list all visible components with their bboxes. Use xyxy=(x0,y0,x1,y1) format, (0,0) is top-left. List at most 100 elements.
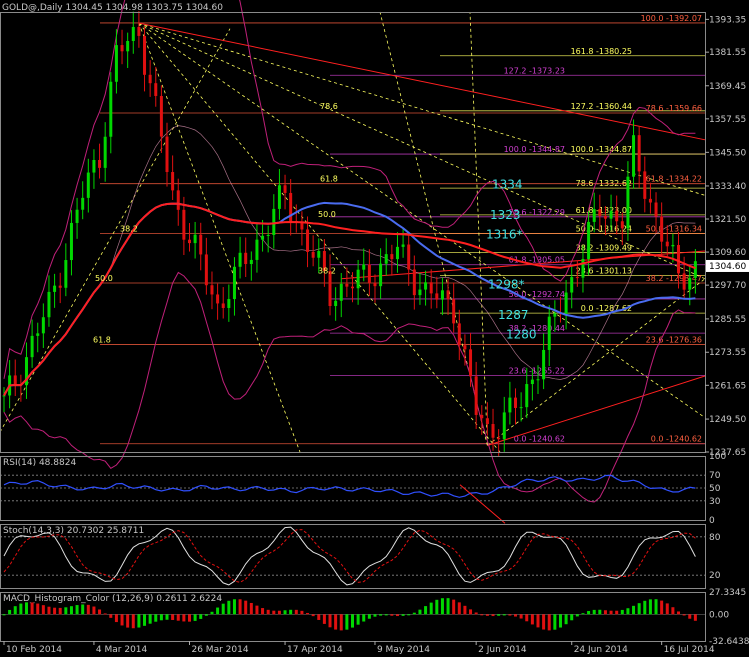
macd-title: MACD_Histogram_Color (12,26,9) 0.2611 2.… xyxy=(3,594,222,604)
candle-body xyxy=(339,283,343,301)
candle-body xyxy=(525,384,529,408)
macd-bar xyxy=(469,609,473,615)
rsi-tick-label: 100 xyxy=(709,452,726,462)
macd-bar xyxy=(272,610,276,615)
macd-bar xyxy=(24,602,28,615)
macd-bar xyxy=(81,604,85,615)
candle-body xyxy=(277,185,281,209)
candle-body xyxy=(581,258,585,278)
candle-body xyxy=(311,251,315,258)
candle-body xyxy=(41,317,45,334)
candle-body xyxy=(120,45,124,52)
candle-body xyxy=(356,269,360,289)
candle-body xyxy=(480,414,484,419)
macd-tick-label: 27.3345 xyxy=(709,588,746,598)
macd-bar xyxy=(587,610,591,615)
macd-bar xyxy=(69,606,73,615)
macd-bar xyxy=(463,605,467,615)
macd-bar xyxy=(244,600,248,615)
macd-bar xyxy=(519,614,523,619)
candle-body xyxy=(677,244,681,274)
fib-label: 38.2 -1309.49 xyxy=(576,243,632,252)
macd-bar xyxy=(373,614,377,617)
macd-bar xyxy=(620,609,624,615)
candle-body xyxy=(261,235,265,240)
macd-bar xyxy=(356,614,360,625)
macd-bar xyxy=(671,607,675,615)
macd-panel[interactable]: MACD_Histogram_Color (12,26,9) 0.2611 2.… xyxy=(0,594,705,631)
candle-body xyxy=(255,239,259,260)
macd-bar xyxy=(199,614,203,619)
current-price-label: 1304.60 xyxy=(709,262,746,272)
candle-body xyxy=(126,40,130,52)
stoch-tick-label: 80 xyxy=(709,533,721,543)
candle-body xyxy=(536,379,540,381)
candle-body xyxy=(452,299,456,324)
macd-bar xyxy=(210,611,214,615)
fib-label: 23.6 -1276.36 xyxy=(646,335,702,344)
macd-bar xyxy=(227,600,231,615)
axes: 1393.35 1381.55 1369.45 1357.55 1345.50 1333.… xyxy=(0,12,749,655)
macd-bar xyxy=(328,614,332,628)
macd-bar xyxy=(311,614,315,617)
date-tick-label: 26 Mar 2014 xyxy=(191,645,248,655)
macd-bar xyxy=(176,614,180,621)
rsi-line xyxy=(3,474,696,498)
macd-bar xyxy=(615,610,619,615)
price-panel[interactable]: 100.0 -1392.07 161.8 -1380.25 127.2 -1373.… xyxy=(0,0,706,503)
fan-level-label: 38.2 xyxy=(120,224,138,233)
macd-bar xyxy=(109,614,113,618)
candle-body xyxy=(401,244,405,247)
macd-bar xyxy=(643,600,647,615)
macd-bar xyxy=(277,610,281,615)
candle-body xyxy=(648,198,652,203)
macd-bar xyxy=(171,614,175,620)
candle-body xyxy=(457,323,461,346)
candle-body xyxy=(159,95,163,137)
stoch-panel[interactable]: Stoch(14,3,3) 20.7302 25.8711 xyxy=(0,526,705,586)
macd-bar xyxy=(86,604,90,615)
price-tick-label: 1261.65 xyxy=(709,381,746,391)
candle-body xyxy=(615,210,619,222)
rsi-tick-label: 0 xyxy=(709,516,715,526)
macd-bar xyxy=(497,614,501,616)
price-tick-label: 1273.55 xyxy=(709,348,746,358)
macd-bar xyxy=(300,610,304,615)
candle-body xyxy=(64,260,68,288)
candle-body xyxy=(351,286,354,289)
date-tick-label: 9 May 2014 xyxy=(377,645,430,655)
candle-body xyxy=(199,234,203,255)
macd-bar xyxy=(648,599,652,615)
macd-bar xyxy=(58,607,62,615)
candle-body xyxy=(216,294,220,304)
macd-bar xyxy=(232,599,236,615)
macd-bar xyxy=(677,611,681,615)
macd-bar xyxy=(41,605,45,615)
macd-bar xyxy=(440,598,444,615)
macd-bar xyxy=(289,609,293,615)
macd-bar xyxy=(542,614,546,630)
macd-bar xyxy=(148,614,152,624)
macd-bar xyxy=(317,614,321,620)
level-callout: 1323 xyxy=(490,208,521,222)
macd-bar xyxy=(103,613,107,615)
macd-bar xyxy=(2,614,6,616)
candle-body xyxy=(637,135,641,172)
macd-bar xyxy=(255,605,259,615)
price-tick-label: 1333.40 xyxy=(709,182,746,192)
candle-body xyxy=(598,209,602,216)
price-tick-label: 1357.55 xyxy=(709,115,746,125)
candle-body xyxy=(542,349,546,380)
candle-body xyxy=(148,74,152,84)
macd-bar xyxy=(362,614,366,622)
candle-body xyxy=(693,261,697,278)
trading-chart[interactable]: 100.0 -1392.07 161.8 -1380.25 127.2 -1373.… xyxy=(0,0,749,657)
fib-label: 50.0 -1316.34 xyxy=(646,224,702,233)
price-tick-label: 1345.50 xyxy=(709,148,746,158)
rsi-panel[interactable]: RSI(14) 48.8824 xyxy=(0,458,705,524)
rsi-title: RSI(14) 48.8824 xyxy=(3,458,76,468)
candle-body xyxy=(204,254,208,286)
candle-body xyxy=(564,292,568,314)
price-tick-label: 1285.55 xyxy=(709,315,746,325)
level-callout: 1287 xyxy=(498,308,529,322)
